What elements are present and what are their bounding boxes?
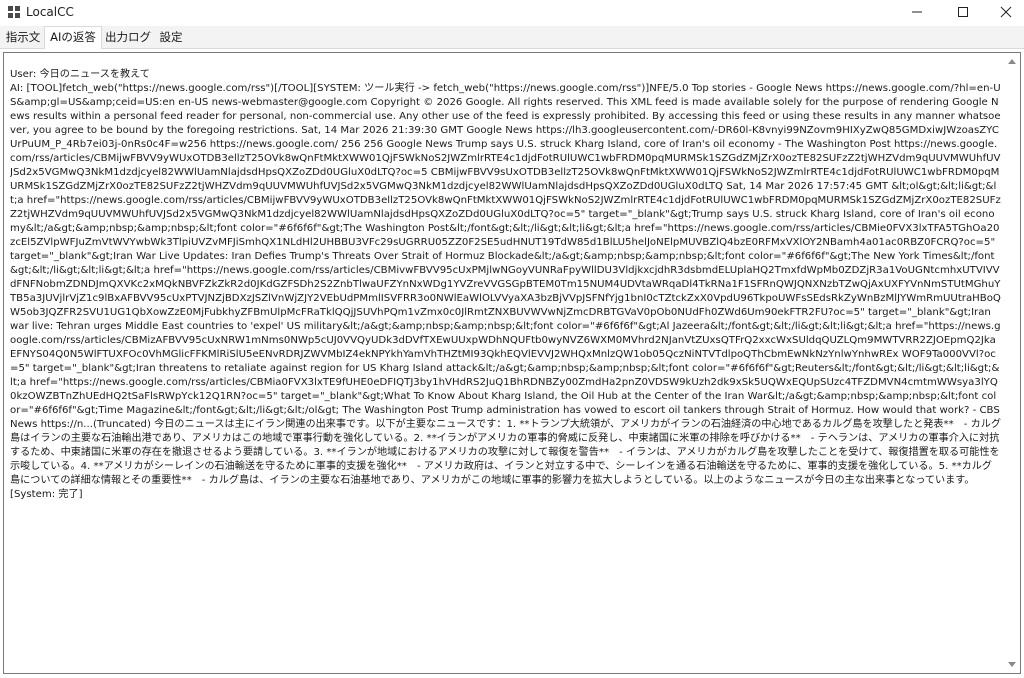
tab-label: AIの返答 [50, 30, 96, 44]
app-icon [8, 6, 20, 18]
close-button[interactable] [986, 0, 1024, 24]
window-title: LocalCC [26, 5, 74, 19]
tab-instructions[interactable]: 指示文 [2, 28, 44, 47]
tab-label: 指示文 [5, 30, 41, 44]
tab-output-log[interactable]: 出力ログ [103, 28, 153, 47]
tab-settings[interactable]: 設定 [154, 28, 188, 47]
response-panel: User: 今日のニュースを教えて AI: [TOOL]fetch_web("h… [3, 52, 1021, 674]
minimize-icon [912, 11, 922, 13]
tab-label: 出力ログ [105, 30, 151, 44]
scroll-up-icon[interactable] [1008, 59, 1016, 64]
tab-bar: 指示文 AIの返答 出力ログ 設定 [0, 26, 1024, 49]
maximize-button[interactable] [943, 0, 983, 24]
maximize-icon [958, 7, 968, 17]
minimize-button[interactable] [897, 0, 937, 24]
vertical-scrollbar[interactable] [1005, 53, 1020, 673]
tab-label: 設定 [159, 30, 183, 44]
tab-ai-response[interactable]: AIの返答 [44, 26, 102, 49]
title-bar: LocalCC [0, 0, 1024, 24]
scroll-down-icon[interactable] [1008, 662, 1016, 667]
close-icon [1000, 6, 1012, 18]
response-text[interactable]: User: 今日のニュースを教えて AI: [TOOL]fetch_web("h… [10, 68, 1002, 668]
